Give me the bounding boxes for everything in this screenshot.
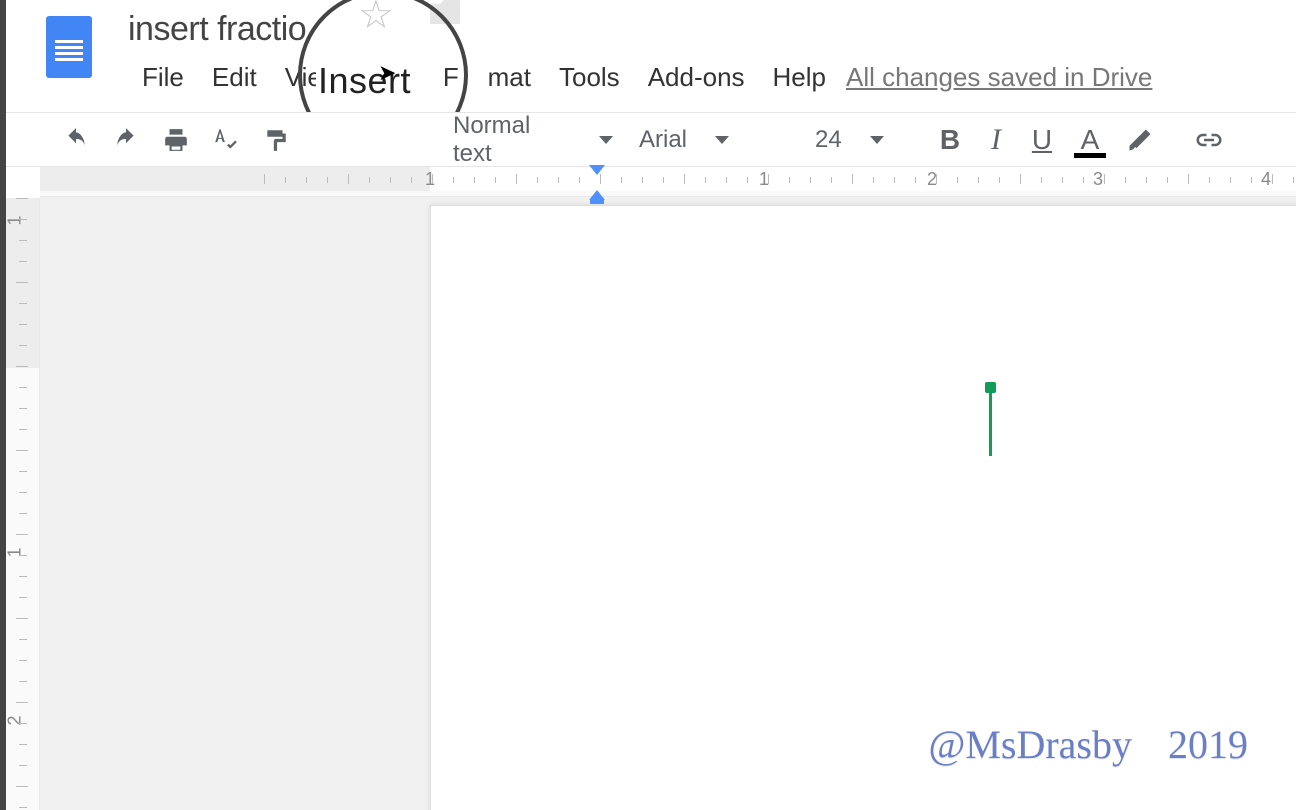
star-icon[interactable]: ☆ [358,0,394,38]
menu-addons[interactable]: Add-ons [634,58,759,97]
chevron-down-icon [870,136,884,144]
left-indent-base[interactable] [590,199,604,204]
toolbar: Normal text Arial 24 B I U A [6,112,1296,167]
menu-tools[interactable]: Tools [545,58,634,97]
link-icon [1194,125,1224,155]
watermark: @MsDrasby 2019 [929,721,1249,768]
vruler-number: 1 [5,547,26,557]
toolbar-separator [310,124,311,156]
ruler-number: 4 [1261,169,1271,190]
font-size-dropdown[interactable]: 24 [805,120,905,160]
bold-button[interactable]: B [930,124,970,156]
ruler-ticks: 1 1 2 3 4 [40,167,1296,191]
chevron-down-icon [599,136,613,144]
redo-button[interactable] [104,120,148,160]
menu-format[interactable]: F mat [429,58,545,97]
undo-button[interactable] [54,120,98,160]
document-title[interactable]: insert fractio [128,10,306,49]
paint-format-button[interactable] [254,120,298,160]
watermark-year: 2019 [1168,721,1248,768]
move-folder-icon[interactable] [430,0,460,24]
spellcheck-icon [213,127,239,153]
text-color-button[interactable]: A [1068,120,1112,160]
spellcheck-button[interactable] [204,120,248,160]
horizontal-ruler[interactable]: 1 1 2 3 4 [40,167,1296,197]
text-color-icon: A [1081,126,1100,154]
vruler-number: 1 [5,215,26,225]
font-size-value: 24 [815,126,842,154]
text-caret [989,388,992,456]
ruler-number: 3 [1093,169,1103,190]
save-status: All changes saved in Drive [846,62,1152,93]
print-icon [163,127,189,153]
chevron-down-icon [715,136,729,144]
toolbar-separator [917,124,918,156]
undo-icon [63,127,89,153]
first-line-indent-marker[interactable] [589,165,605,175]
print-button[interactable] [154,120,198,160]
highlighter-icon [1126,126,1154,154]
paragraph-style-dropdown[interactable]: Normal text [443,120,623,160]
font-family-value: Arial [639,126,687,154]
document-canvas[interactable] [40,197,1296,810]
paragraph-style-value: Normal text [453,112,571,168]
toolbar-separator [1174,124,1175,156]
ruler-number: 1 [425,169,435,190]
menu-bar: File Edit Vie Insert F mat Tools Add-ons… [128,55,1152,99]
docs-logo-lines-icon [55,40,83,43]
menu-help[interactable]: Help [759,58,840,97]
docs-logo[interactable] [46,16,92,78]
vertical-ruler[interactable]: 1 1 2 [6,198,40,810]
highlight-button[interactable] [1118,120,1162,160]
text-color-swatch [1074,153,1106,158]
italic-button[interactable]: I [976,123,1016,157]
document-page[interactable] [430,205,1296,810]
insert-link-button[interactable] [1187,120,1231,160]
paint-roller-icon [263,127,289,153]
menu-file[interactable]: File [128,58,198,97]
redo-icon [113,127,139,153]
menu-edit[interactable]: Edit [198,58,271,97]
underline-button[interactable]: U [1022,124,1062,156]
vruler-number: 2 [5,715,26,725]
watermark-handle: @MsDrasby [929,721,1133,768]
font-family-dropdown[interactable]: Arial [629,120,799,160]
menu-view[interactable]: Vie [271,58,336,97]
